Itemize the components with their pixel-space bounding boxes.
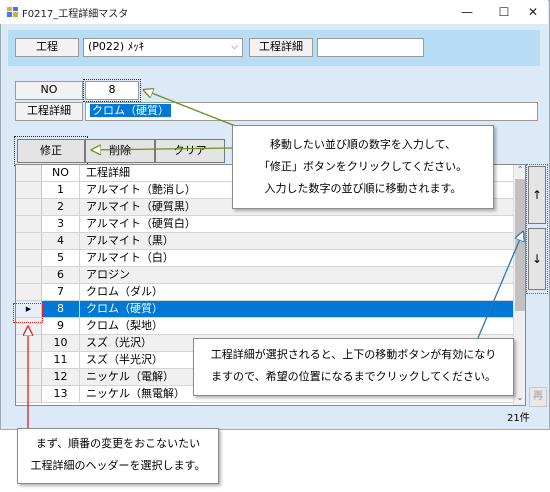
arrow-to-move-buttons [477, 232, 523, 339]
callout-top-line-2: 「修正」ボタンをクリックしてください。 [258, 160, 468, 173]
callout-top-line-1: 移動したい並び順の数字を入力して、 [269, 138, 457, 151]
callout-bottom-line-2: 工程詳細のヘッダーを選択します。 [30, 459, 206, 472]
annotation-arrows [0, 0, 550, 428]
callout-select-instructions: まず、順番の変更をおこないたい 工程詳細のヘッダーを選択します。 [17, 428, 219, 484]
arrow-to-edit-button [92, 148, 233, 150]
arrow-to-no-input [144, 90, 239, 128]
callout-bottom-line-1: まず、順番の変更をおこないたい [35, 437, 201, 450]
callout-top-line-3: 入力した数字の並び順に移動されます。 [264, 182, 462, 195]
callout-middle-line-1: 工程詳細が選択されると、上下の移動ボタンが有効になり [210, 348, 497, 361]
callout-edit-instructions: 移動したい並び順の数字を入力して、 「修正」ボタンをクリックしてください。 入力… [232, 125, 494, 209]
callout-middle-line-2: ますので、希望の位置になるまでクリックしてください。 [211, 370, 496, 383]
callout-move-instructions: 工程詳細が選択されると、上下の移動ボタンが有効になり ますので、希望の位置になる… [193, 338, 514, 396]
